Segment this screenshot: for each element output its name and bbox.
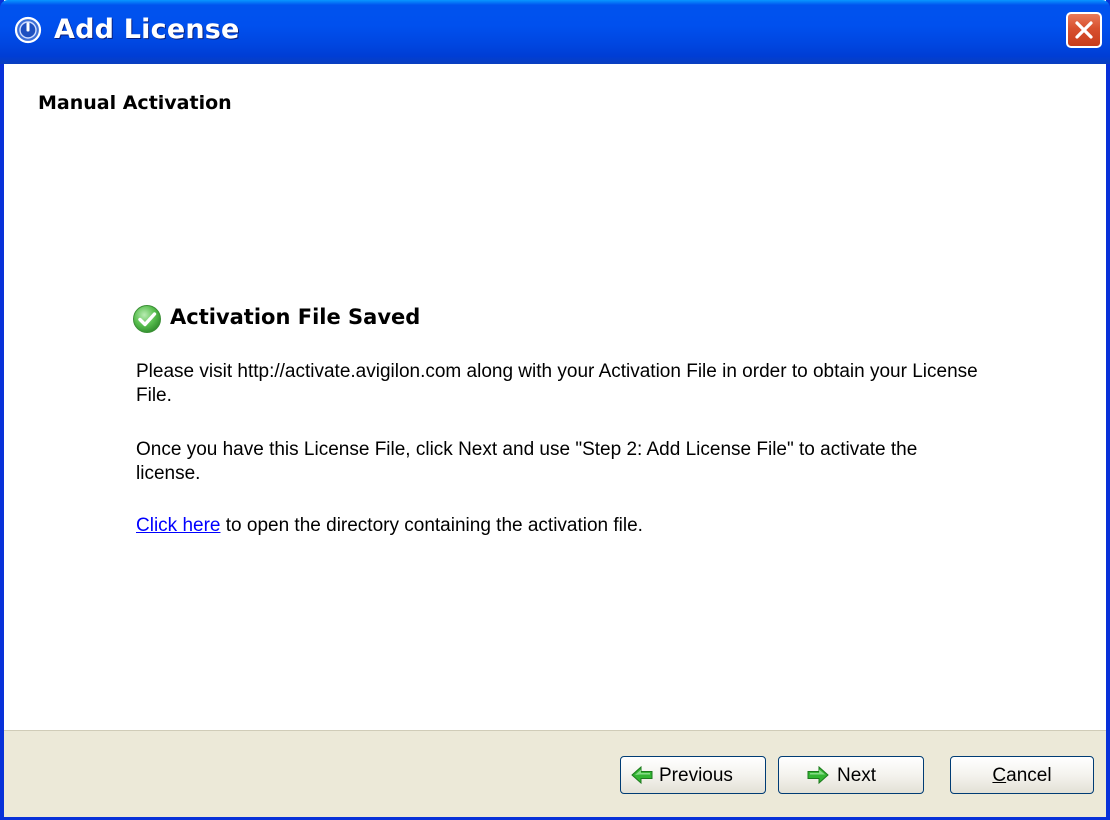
click-here-link[interactable]: Click here [136, 515, 220, 536]
next-label: Next [837, 765, 877, 786]
arrow-right-icon [807, 766, 829, 784]
check-circle-icon [133, 305, 161, 333]
cancel-label: Cancel [992, 765, 1052, 786]
instructions-paragraph: Please visit http://activate.avigilon.co… [136, 361, 978, 406]
title-bar[interactable]: Add License [0, 0, 1110, 64]
close-button[interactable] [1066, 12, 1102, 48]
window-title: Add License [54, 14, 240, 45]
status-title: Activation File Saved [170, 305, 421, 329]
next-step-paragraph: Once you have this License File, click N… [136, 439, 918, 484]
arrow-left-icon [631, 766, 653, 784]
close-icon [1075, 21, 1093, 39]
section-title: Manual Activation [38, 92, 232, 114]
button-bar: Previous Next Cancel [4, 730, 1106, 817]
open-directory-text: to open the directory containing the act… [220, 515, 643, 536]
info-circle-icon [14, 16, 42, 44]
previous-button[interactable]: Previous [620, 756, 766, 794]
content-area: Manual Activation Activation File Saved … [4, 64, 1106, 730]
add-license-window: Add License Manual Activation Activation… [0, 0, 1110, 820]
previous-label: Previous [659, 765, 733, 786]
next-button[interactable]: Next [778, 756, 924, 794]
cancel-button[interactable]: Cancel [950, 756, 1094, 794]
open-directory-line: Click here to open the directory contain… [136, 514, 986, 538]
